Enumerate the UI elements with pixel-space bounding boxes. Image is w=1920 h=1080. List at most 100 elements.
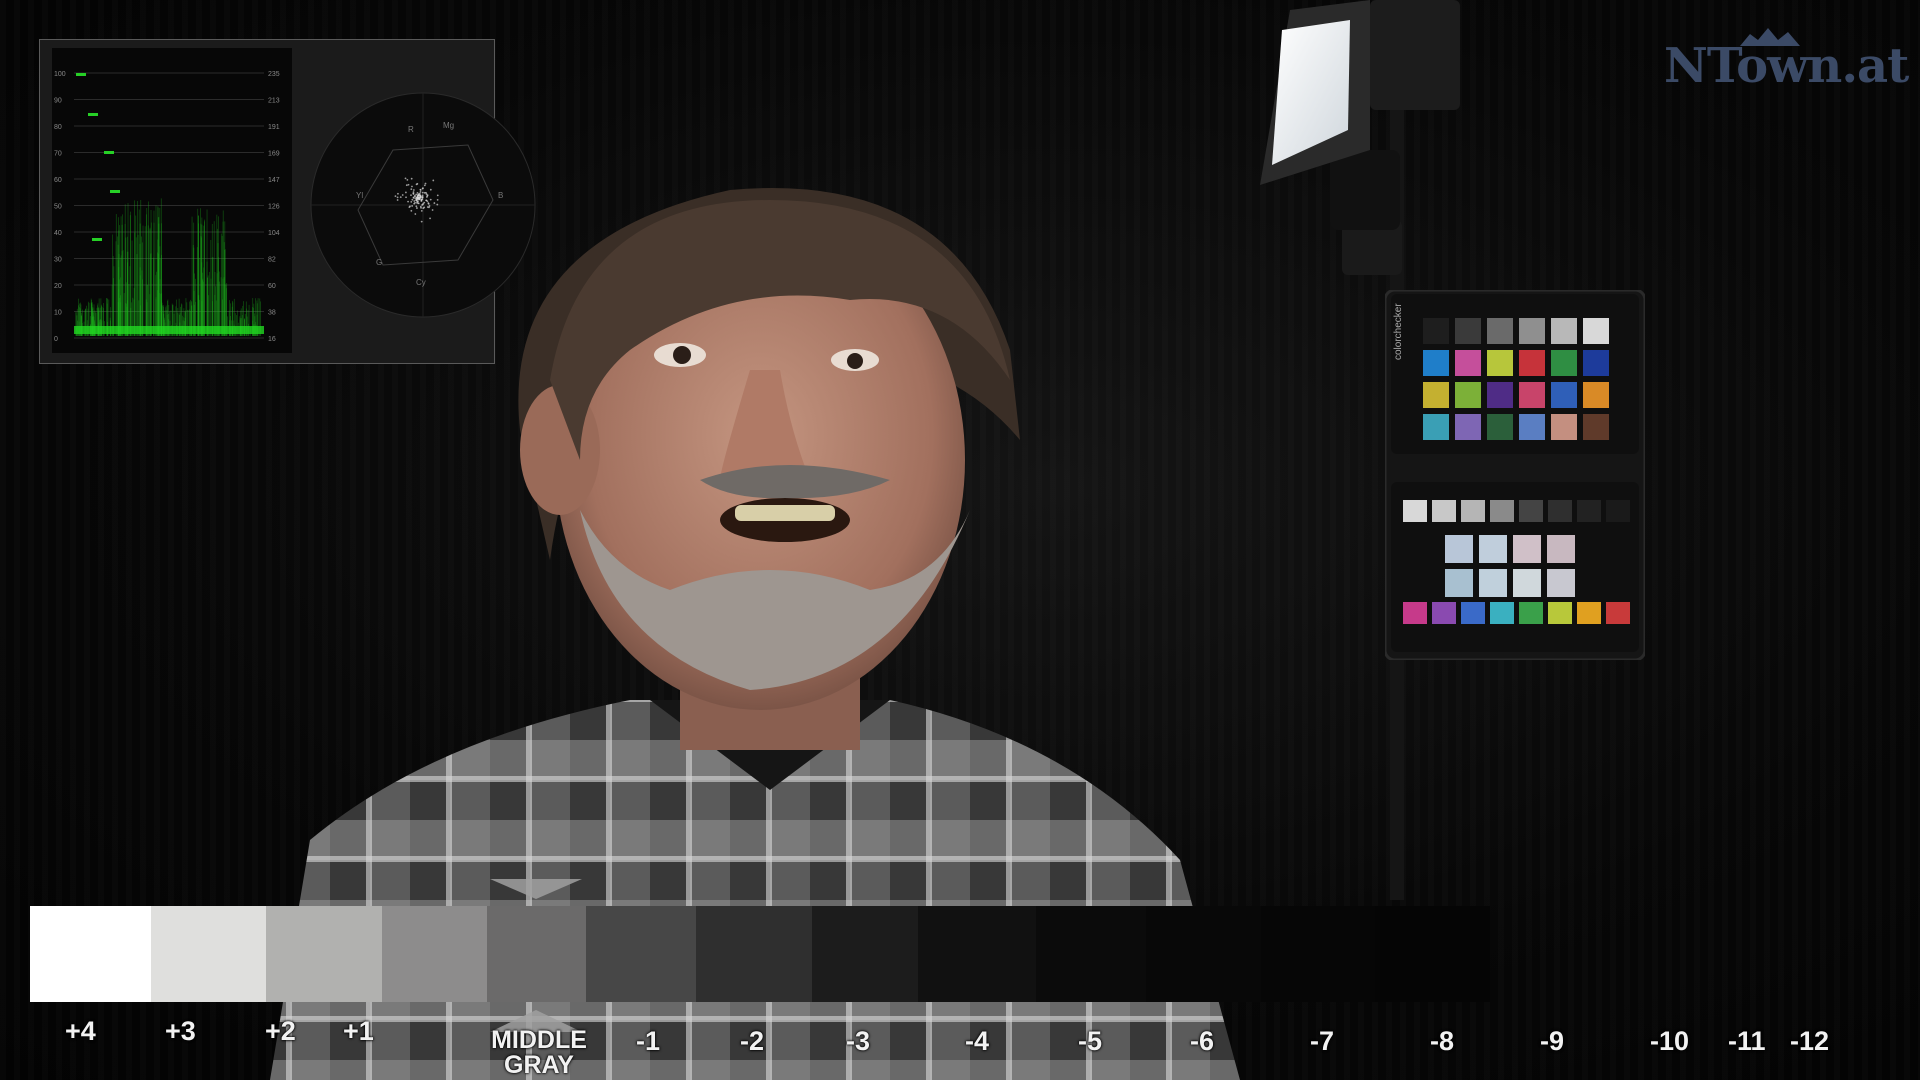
checker-swatch <box>1403 500 1427 522</box>
checker-swatch <box>1423 414 1449 440</box>
vectorscope-label: Yl <box>356 191 363 200</box>
checker-swatch <box>1547 535 1575 563</box>
stop-patch <box>487 906 586 1002</box>
checker-swatch <box>1519 350 1545 376</box>
stop-label: -11 <box>1728 1026 1766 1056</box>
checker-swatch <box>1519 500 1543 522</box>
stop-patch <box>695 906 813 1002</box>
checker-swatch <box>1551 350 1577 376</box>
checker-swatch <box>1461 602 1485 624</box>
checker-swatch <box>1403 602 1427 624</box>
vectorscope-label: Cy <box>416 278 426 287</box>
stop-label: -12 <box>1790 1026 1830 1056</box>
waveform-right-tick: 147 <box>268 177 280 184</box>
teeth <box>735 505 835 521</box>
checker-swatch <box>1548 500 1572 522</box>
checker-swatch <box>1577 602 1601 624</box>
checker-swatch <box>1455 414 1481 440</box>
stop-patch <box>918 906 1036 1002</box>
checker-swatch <box>1583 414 1609 440</box>
checker-swatch <box>1432 602 1456 624</box>
waveform-left-tick: 80 <box>54 124 62 131</box>
stop-label: -2 <box>740 1026 765 1056</box>
stop-label: -6 <box>1190 1026 1215 1056</box>
stop-patch <box>30 906 151 1002</box>
scopes-panel: 100 90 80 70 60 50 40 30 20 10 0 235 213 191 169 147 12… <box>39 39 536 364</box>
stop-label: +4 <box>65 1016 96 1046</box>
video-frame: colorchecker 100 90 80 70 60 50 40 30 20… <box>0 0 1920 1080</box>
checker-swatch <box>1445 569 1473 597</box>
stop-patch <box>1260 906 1376 1002</box>
checker-swatch <box>1455 350 1481 376</box>
stop-patch <box>1035 906 1146 1002</box>
waveform-left-tick: 50 <box>54 204 62 211</box>
checker-swatch <box>1455 318 1481 344</box>
stop-label: -7 <box>1310 1026 1335 1056</box>
middle-gray-label: MIDDLE GRAY <box>491 1026 587 1079</box>
stop-patch <box>1375 906 1491 1002</box>
stop-label: -10 <box>1650 1026 1690 1056</box>
waveform-right-tick: 126 <box>268 204 280 211</box>
waveform-scope: 1009080706050403020100 23521319116914712… <box>52 48 292 353</box>
checker-swatch <box>1490 500 1514 522</box>
checker-swatch <box>1519 602 1543 624</box>
waveform-left-tick: 40 <box>54 230 62 237</box>
waveform-right-tick: 191 <box>268 124 280 131</box>
waveform-left-tick: 70 <box>54 151 62 158</box>
checker-swatch <box>1445 535 1473 563</box>
vectorscope-label: Mg <box>443 121 454 130</box>
checker-swatch <box>1479 569 1507 597</box>
checker-swatch <box>1551 414 1577 440</box>
stop-patch <box>150 906 266 1002</box>
stop-label: -9 <box>1540 1026 1565 1056</box>
stop-patch <box>382 906 488 1002</box>
checker-swatch <box>1583 382 1609 408</box>
waveform-left-tick: 30 <box>54 257 62 264</box>
waveform-right-tick: 16 <box>268 336 276 343</box>
waveform-left-tick: 20 <box>54 283 62 290</box>
checker-swatch <box>1583 350 1609 376</box>
checker-swatch <box>1551 382 1577 408</box>
waveform-left-tick: 60 <box>54 177 62 184</box>
stop-label: -1 <box>636 1026 661 1056</box>
checker-swatch <box>1487 318 1513 344</box>
waveform-left-tick: 10 <box>54 310 62 317</box>
color-checker-passport: colorchecker <box>1385 290 1645 660</box>
checker-swatch <box>1461 500 1485 522</box>
stop-patch <box>1145 906 1261 1002</box>
checker-swatch <box>1487 350 1513 376</box>
waveform-right-tick: 213 <box>268 98 280 105</box>
checker-swatch <box>1577 500 1601 522</box>
exposure-stops-scale <box>30 906 1491 1002</box>
light-battery <box>1370 0 1460 110</box>
vectorscope: R Mg B Cy G Yl <box>310 92 536 318</box>
stop-label: -3 <box>846 1026 871 1056</box>
checker-swatch <box>1606 500 1630 522</box>
waveform-right-tick: 235 <box>268 71 280 78</box>
light-mount <box>1330 150 1400 230</box>
checker-swatch <box>1519 414 1545 440</box>
checker-swatch <box>1423 318 1449 344</box>
waveform-right-tick: 104 <box>268 230 280 237</box>
checker-swatch <box>1551 318 1577 344</box>
checker-swatch <box>1547 569 1575 597</box>
checker-swatch <box>1519 318 1545 344</box>
checker-swatch <box>1432 500 1456 522</box>
stop-label: +1 <box>343 1016 374 1046</box>
checker-swatch <box>1606 602 1630 624</box>
checker-brand-label: colorchecker <box>1393 303 1404 360</box>
logo-text: NTown.at <box>1664 38 1909 94</box>
middle-gray-marker-top <box>490 879 582 899</box>
checker-swatch <box>1513 535 1541 563</box>
waveform-left-tick: 100 <box>54 71 66 78</box>
waveform-right-tick: 38 <box>268 310 276 317</box>
stop-label: -5 <box>1078 1026 1103 1056</box>
stop-patch <box>265 906 383 1002</box>
checker-swatch <box>1423 382 1449 408</box>
checker-swatch <box>1513 569 1541 597</box>
stop-label: -4 <box>965 1026 990 1056</box>
checker-swatch <box>1479 535 1507 563</box>
stop-label: +2 <box>265 1016 296 1046</box>
waveform-right-tick: 169 <box>268 151 280 158</box>
checker-swatch <box>1423 350 1449 376</box>
